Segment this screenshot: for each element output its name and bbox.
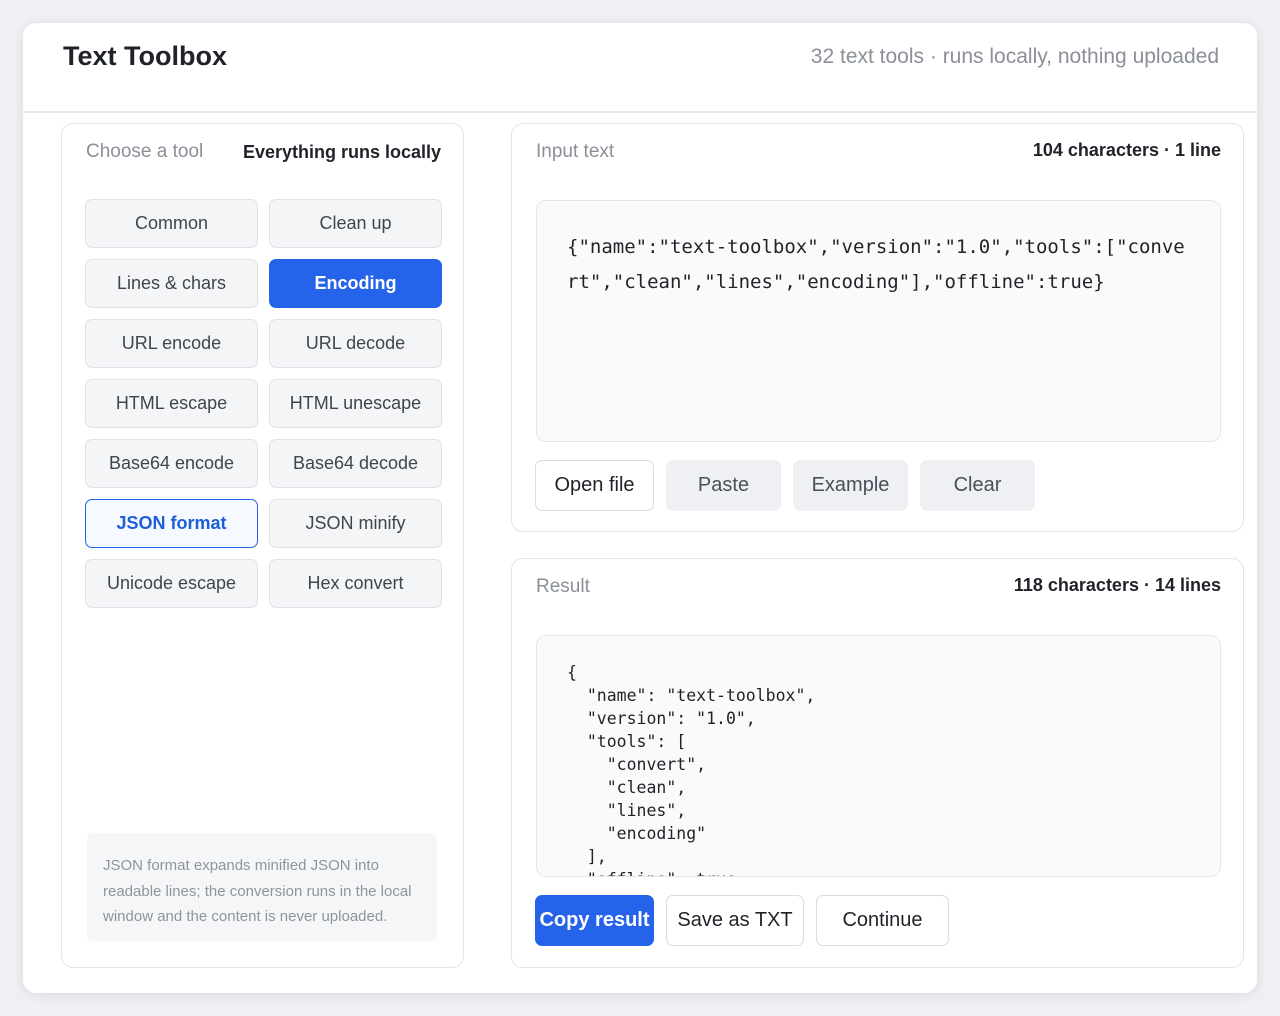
- tool-button-html-unescape[interactable]: HTML unescape: [269, 379, 442, 428]
- save-txt-button[interactable]: Save as TXT: [666, 895, 804, 946]
- open-file-button[interactable]: Open file: [535, 460, 654, 511]
- tool-button-base64-decode[interactable]: Base64 decode: [269, 439, 442, 488]
- tool-button-unicode-escape[interactable]: Unicode escape: [85, 559, 258, 608]
- app-header: Text Toolbox 32 text tools · runs locall…: [23, 23, 1257, 113]
- tool-button-clean-up[interactable]: Clean up: [269, 199, 442, 248]
- tool-button-json-minify[interactable]: JSON minify: [269, 499, 442, 548]
- tool-button-encoding[interactable]: Encoding: [269, 259, 442, 308]
- result-panel: Result 118 characters · 14 lines { "name…: [511, 558, 1244, 968]
- tool-button-html-escape[interactable]: HTML escape: [85, 379, 258, 428]
- input-title: Input text: [536, 141, 615, 162]
- tool-grid: Common Clean up Lines & chars Encoding URL e…: [85, 199, 442, 608]
- tool-button-lines-chars[interactable]: Lines & chars: [85, 259, 258, 308]
- example-button[interactable]: Example: [793, 460, 908, 511]
- result-actions: Copy result Save as TXT Continue: [535, 895, 949, 946]
- tool-button-url-encode[interactable]: URL encode: [85, 319, 258, 368]
- clear-button[interactable]: Clear: [920, 460, 1035, 511]
- tool-picker-panel: Choose a tool Everything runs locally Co…: [61, 123, 464, 968]
- input-actions: Open file Paste Example Clear: [535, 460, 1035, 511]
- tool-picker-meta: Everything runs locally: [242, 142, 441, 162]
- tool-button-json-format[interactable]: JSON format: [85, 499, 258, 548]
- result-output[interactable]: { "name": "text-toolbox", "version": "1.…: [536, 635, 1221, 877]
- input-panel: Input text 104 characters · 1 line {"nam…: [511, 123, 1244, 532]
- app-tagline: 32 text tools · runs locally, nothing up…: [810, 45, 1219, 68]
- input-char-count: 104 characters · 1 line: [1032, 140, 1221, 160]
- continue-button[interactable]: Continue: [816, 895, 949, 946]
- result-char-count: 118 characters · 14 lines: [1013, 575, 1221, 595]
- tool-button-url-decode[interactable]: URL decode: [269, 319, 442, 368]
- result-title: Result: [536, 576, 590, 597]
- tool-button-base64-encode[interactable]: Base64 encode: [85, 439, 258, 488]
- copy-result-button[interactable]: Copy result: [535, 895, 654, 946]
- paste-button[interactable]: Paste: [666, 460, 781, 511]
- tool-description-note: JSON format expands minified JSON into r…: [87, 833, 437, 941]
- tool-button-common[interactable]: Common: [85, 199, 258, 248]
- tool-picker-title: Choose a tool: [86, 141, 204, 162]
- tool-button-hex-convert[interactable]: Hex convert: [269, 559, 442, 608]
- input-textarea[interactable]: {"name":"text-toolbox","version":"1.0","…: [536, 200, 1221, 442]
- app-title: Text Toolbox: [63, 41, 227, 71]
- app-window: Text Toolbox 32 text tools · runs locall…: [22, 22, 1258, 994]
